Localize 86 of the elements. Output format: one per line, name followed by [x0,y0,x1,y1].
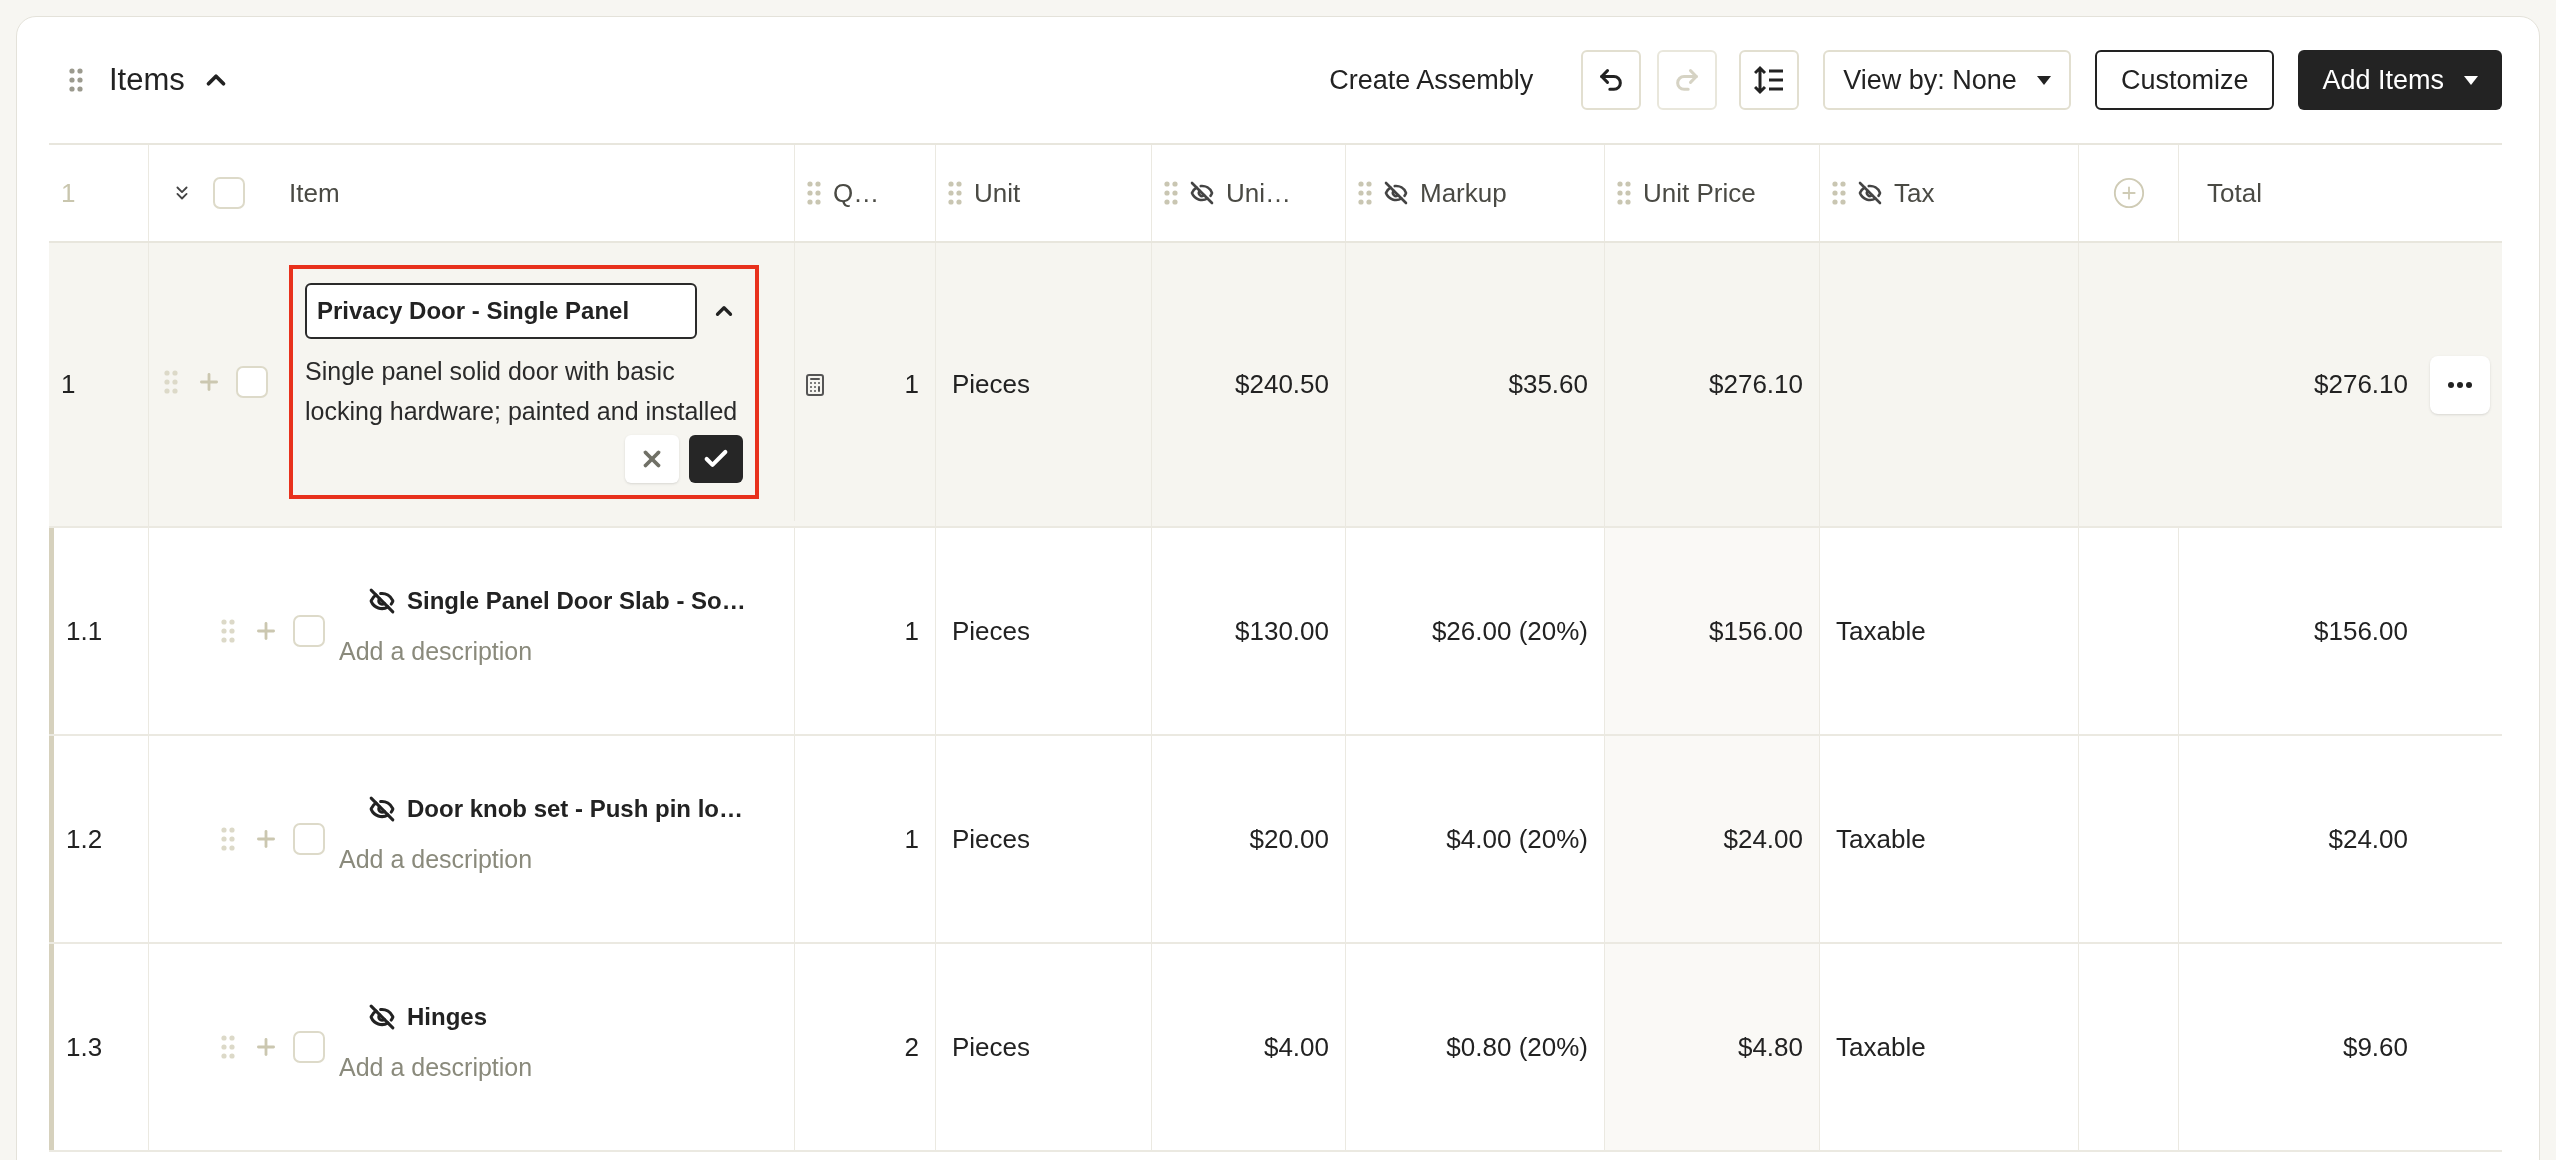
cell-text: Pieces [952,614,1031,648]
column-header: Unit [974,176,1021,210]
eye-off-icon[interactable] [369,588,395,615]
drag-handle-icon[interactable] [1617,181,1631,205]
row-number: 1.2 [66,822,103,856]
confirm-button[interactable] [689,435,743,483]
caret-icon [2464,75,2478,85]
undo-button[interactable] [1581,50,1642,110]
cell-text: Taxable [1836,822,1926,856]
checkbox[interactable] [293,615,325,647]
row-number: 1.1 [66,614,103,648]
drag-handle-icon[interactable] [221,619,235,643]
drag-handle-icon[interactable] [1358,181,1372,205]
item-name[interactable]: Hinges [407,999,487,1036]
cell-text: $9.60 [2342,1030,2408,1064]
view-by-dropdown[interactable]: View by: None [1823,50,2071,110]
column-header: Uni… [1226,176,1291,210]
cell-text: $4.00 (20%) [1446,822,1588,856]
cell-text: $4.80 [1737,1030,1803,1064]
cell-text: $156.00 [1709,614,1803,648]
cell-text: $240.50 [1235,368,1329,401]
row-height-icon [1754,65,1785,95]
drag-handle-icon[interactable] [164,370,178,394]
row-number: 1.3 [66,1030,103,1064]
cell-text: $276.10 [2314,368,2408,401]
cell-text: $24.00 [2328,822,2408,856]
eye-off-icon[interactable] [369,1004,395,1031]
drag-handle-icon[interactable] [1164,181,1178,205]
drag-handle-icon[interactable] [1832,181,1846,205]
drag-handle-icon[interactable] [221,827,235,851]
cancel-button[interactable] [625,435,679,483]
cell-text: 1 [904,822,919,856]
description-placeholder[interactable]: Add a description [339,841,743,879]
column-header: Q… [833,176,880,210]
cell-text: Taxable [1836,1030,1926,1064]
drag-handle-icon[interactable] [69,68,83,92]
add-items-button[interactable]: Add Items [2298,50,2502,110]
description-placeholder[interactable]: Add a description [339,1049,533,1087]
customize-button[interactable]: Customize [2094,50,2275,110]
caret-icon [2036,75,2051,85]
eye-off-icon[interactable] [1190,181,1214,205]
cell-text: 2 [904,1030,919,1064]
eye-off-icon[interactable] [1858,181,1882,205]
row-count: 1 [61,176,76,210]
create-assembly-button[interactable]: Create Assembly [1329,59,1534,101]
more-icon [2448,381,2472,388]
section-title: Items [109,60,185,99]
checkbox[interactable] [293,1031,325,1063]
checkbox[interactable] [236,366,268,398]
item-name[interactable]: Door knob set - Push pin lo… [407,791,743,828]
column-header: Markup [1420,176,1507,210]
name-input[interactable]: Privacy Door - Single Panel [305,283,697,339]
drag-handle-icon[interactable] [948,181,962,205]
add-column-icon[interactable] [2111,176,2146,210]
cell-text: Taxable [1836,614,1926,648]
cell-text: $20.00 [1249,822,1329,856]
column-header: Item [289,176,340,210]
column-header: Total [2207,176,2262,210]
description-text: Single panel solid door with basic locking hardware; painted and installed [305,356,739,427]
cell-text: Pieces [952,368,1031,401]
eye-off-icon[interactable] [1384,181,1408,205]
cell-text: $0.80 (20%) [1446,1030,1588,1064]
description-placeholder[interactable]: Add a description [339,633,746,671]
cell-text: $4.00 [1263,1030,1329,1064]
cell-text: $24.00 [1723,822,1803,856]
checkbox[interactable] [293,823,325,855]
cell-text: $276.10 [1709,368,1803,401]
checkbox[interactable] [213,177,245,209]
cell-text: Pieces [952,1030,1031,1064]
drag-handle-icon[interactable] [221,1035,235,1059]
cell-text: $26.00 (20%) [1431,614,1588,648]
more-button[interactable] [2430,355,2490,414]
calculator-icon[interactable] [803,372,827,397]
cell-text: 1 [904,614,919,648]
column-header: Tax [1894,176,1935,210]
drag-handle-icon[interactable] [807,181,821,205]
column-header: Unit Price [1643,176,1756,210]
cell-text: $35.60 [1508,368,1588,401]
cell-text: Pieces [952,822,1031,856]
row-height-button[interactable] [1739,50,1800,110]
eye-off-icon[interactable] [369,796,395,823]
item-name[interactable]: Single Panel Door Slab - So… [407,583,746,620]
row-number: 1 [61,368,76,401]
cell-text: $130.00 [1235,614,1329,648]
cell-text: 1 [904,368,919,401]
cell-text: $156.00 [2314,614,2408,648]
